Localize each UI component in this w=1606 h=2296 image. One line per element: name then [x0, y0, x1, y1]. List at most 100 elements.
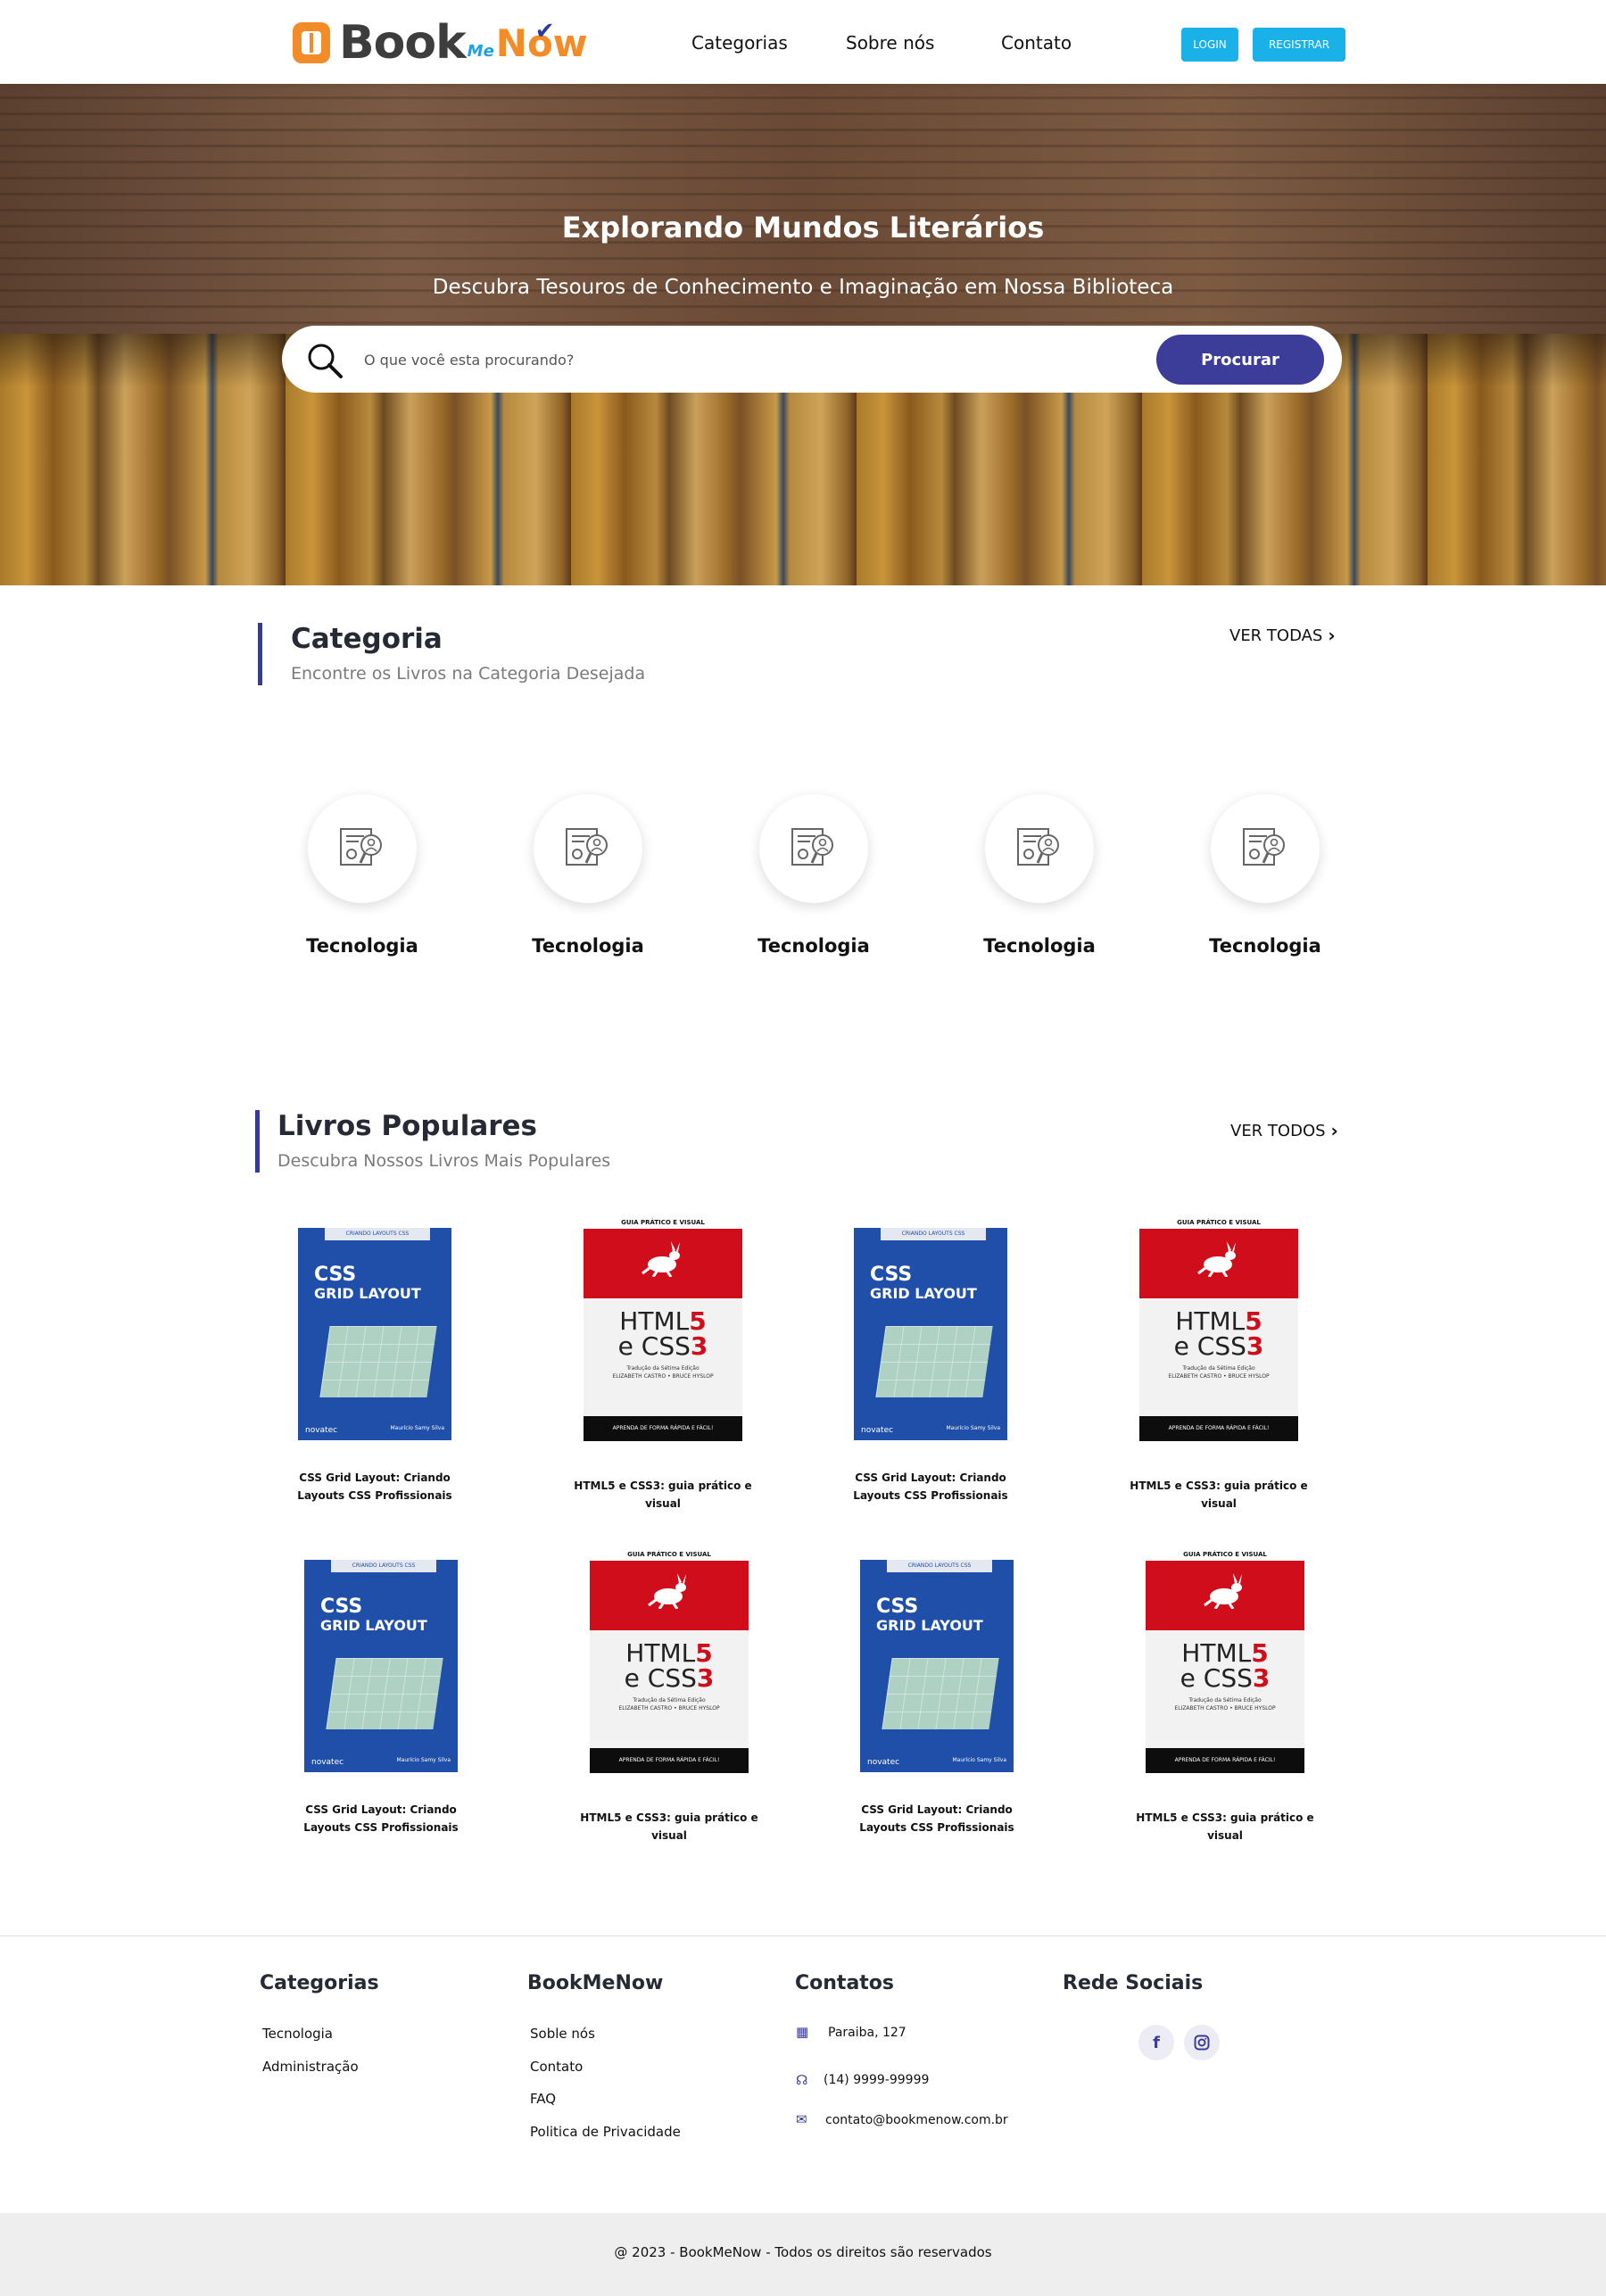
footer-link-tecnologia[interactable]: Tecnologia	[262, 2026, 333, 2042]
footer-social-title: Rede Sociais	[1063, 1972, 1204, 1994]
book-title[interactable]: HTML5 e CSS3: guia prático e visual	[553, 1809, 785, 1844]
instagram-icon[interactable]	[1184, 2025, 1220, 2060]
footer-address: Paraiba, 127	[828, 2026, 906, 2040]
cover-publisher: novatec	[305, 1426, 338, 1435]
cover-band-text: CRIANDO LAYOUTS CSS PROFISSIONAIS	[331, 1560, 436, 1581]
instagram-glyph-icon	[1194, 2035, 1210, 2051]
book-title[interactable]: CSS Grid Layout: Criando Layouts CSS Pro…	[815, 1469, 1047, 1504]
categories-title: Categoria	[291, 623, 443, 655]
book-title[interactable]: HTML5 e CSS3: guia prático e visual	[1109, 1809, 1341, 1844]
footer-link-contato[interactable]: Contato	[530, 2059, 583, 2075]
facebook-icon[interactable]: f	[1138, 2025, 1174, 2060]
category-label: Tecnologia	[983, 935, 1096, 957]
nav-contato[interactable]: Contato	[1001, 32, 1072, 54]
book-card[interactable]: GUIA PRÁTICO E VISUAL HTML5 e CSS3 Tradu…	[1109, 1548, 1341, 1844]
book-title[interactable]: HTML5 e CSS3: guia prático e visual	[1103, 1477, 1335, 1513]
cover-red-band: GUIA PRÁTICO E VISUAL	[590, 1548, 749, 1630]
cover-title-line1: HTML5	[619, 1306, 707, 1336]
book-title[interactable]: CSS Grid Layout: Criando Layouts CSS Pro…	[265, 1801, 497, 1836]
cover-title-line2: GRID LAYOUT	[314, 1285, 421, 1302]
book-card[interactable]: CRIANDO LAYOUTS CSS PROFISSIONAIS CSS GR…	[265, 1560, 497, 1836]
cover-title-line2: e CSS3	[617, 1331, 708, 1361]
footer-divider	[0, 1935, 1606, 1936]
search-input[interactable]	[364, 345, 1096, 374]
hero-title: Explorando Mundos Literários	[561, 211, 1045, 245]
headset-icon: ☊	[796, 2072, 808, 2088]
book-card[interactable]: CRIANDO LAYOUTS CSS PROFISSIONAIS CSS GR…	[821, 1560, 1053, 1836]
login-button[interactable]: LOGIN	[1181, 28, 1238, 62]
book-title[interactable]: CSS Grid Layout: Criando Layouts CSS Pro…	[259, 1469, 491, 1504]
book-cover-css-grid-layout[interactable]: CRIANDO LAYOUTS CSS PROFISSIONAIS CSS GR…	[860, 1560, 1014, 1772]
book-title[interactable]: CSS Grid Layout: Criando Layouts CSS Pro…	[821, 1801, 1053, 1836]
cover-title-line1: CSS	[870, 1264, 913, 1286]
category-label: Tecnologia	[306, 935, 418, 957]
cover-publisher: novatec	[861, 1426, 894, 1435]
category-label: Tecnologia	[757, 935, 870, 957]
hero-subtitle: Descubra Tesouros de Conhecimento e Imag…	[432, 276, 1174, 299]
envelope-icon: ✉	[796, 2111, 807, 2127]
cover-title-line1: HTML5	[1181, 1638, 1269, 1668]
category-icon-circle	[1211, 794, 1320, 903]
see-all-books-link[interactable]: VER TODOS ›	[1230, 1120, 1338, 1141]
document-search-icon	[340, 828, 382, 866]
category-item[interactable]: Tecnologia	[273, 794, 451, 957]
footer-link-sobre-nos[interactable]: Soble nós	[530, 2026, 595, 2042]
book-card[interactable]: GUIA PRÁTICO E VISUAL HTML5 e CSS3 Tradu…	[1103, 1216, 1335, 1513]
book-card[interactable]: CRIANDO LAYOUTS CSS PROFISSIONAIS CSS GR…	[815, 1228, 1047, 1504]
book-card[interactable]: GUIA PRÁTICO E VISUAL HTML5 e CSS3 Tradu…	[547, 1216, 779, 1513]
footer-link-administracao[interactable]: Administração	[262, 2059, 359, 2075]
category-icon-circle	[534, 794, 642, 903]
category-label: Tecnologia	[532, 935, 644, 957]
brand-logo[interactable]: Book Me Now ✔	[293, 16, 588, 70]
see-all-categories-label: VER TODAS	[1229, 626, 1323, 645]
cover-title-line2: e CSS3	[1173, 1331, 1264, 1361]
category-item[interactable]: Tecnologia	[1176, 794, 1354, 957]
book-cover-css-grid-layout[interactable]: CRIANDO LAYOUTS CSS PROFISSIONAIS CSS GR…	[854, 1228, 1007, 1440]
document-search-icon	[791, 828, 833, 866]
nav-sobre-nos[interactable]: Sobre nós	[846, 32, 934, 54]
see-all-books-label: VER TODOS	[1230, 1121, 1326, 1140]
book-cover-css-grid-layout[interactable]: CRIANDO LAYOUTS CSS PROFISSIONAIS CSS GR…	[304, 1560, 458, 1772]
popular-heading: Livros Populares Descubra Nossos Livros …	[255, 1110, 610, 1173]
footer-link-privacidade[interactable]: Politica de Privacidade	[530, 2124, 681, 2140]
footer-email[interactable]: contato@bookmenow.com.br	[825, 2113, 1008, 2127]
footer-contatos-title: Contatos	[795, 1972, 895, 1994]
cover-band-text: GUIA PRÁTICO E VISUAL	[1139, 1216, 1298, 1229]
cover-meta: Tradução da Sétima Edição ELIZABETH CASTR…	[618, 1697, 720, 1712]
book-cover-html5-css3[interactable]: GUIA PRÁTICO E VISUAL HTML5 e CSS3 Tradu…	[1139, 1216, 1298, 1441]
cover-title-line2: GRID LAYOUT	[320, 1617, 427, 1634]
book-cover-html5-css3[interactable]: GUIA PRÁTICO E VISUAL HTML5 e CSS3 Tradu…	[590, 1548, 749, 1773]
footer-link-faq[interactable]: FAQ	[530, 2091, 556, 2107]
logo-text-book: Book	[339, 16, 467, 70]
cover-author: Maurício Samy Silva	[390, 1425, 445, 1431]
document-search-icon	[566, 828, 608, 866]
cover-red-band: GUIA PRÁTICO E VISUAL	[1146, 1548, 1304, 1630]
book-card[interactable]: CRIANDO LAYOUTS CSS PROFISSIONAIS CSS GR…	[259, 1228, 491, 1504]
search-button[interactable]: Procurar	[1156, 335, 1324, 385]
document-search-icon	[1243, 828, 1285, 866]
chevron-right-icon: ›	[1328, 625, 1336, 646]
see-all-categories-link[interactable]: VER TODAS ›	[1229, 625, 1336, 646]
category-item[interactable]: Tecnologia	[724, 794, 903, 957]
grid-illustration	[326, 1658, 443, 1729]
cover-title-line2: GRID LAYOUT	[870, 1285, 977, 1302]
book-cover-css-grid-layout[interactable]: CRIANDO LAYOUTS CSS PROFISSIONAIS CSS GR…	[298, 1228, 451, 1440]
logo-text-me: Me	[467, 41, 494, 61]
cover-author: Maurício Samy Silva	[396, 1757, 451, 1763]
footer-categorias-title: Categorias	[260, 1972, 379, 1994]
check-icon: ✔	[534, 17, 555, 45]
category-item[interactable]: Tecnologia	[499, 794, 677, 957]
book-cover-html5-css3[interactable]: GUIA PRÁTICO E VISUAL HTML5 e CSS3 Tradu…	[1146, 1548, 1304, 1773]
book-title[interactable]: HTML5 e CSS3: guia prático e visual	[547, 1477, 779, 1513]
cover-band-text: CRIANDO LAYOUTS CSS PROFISSIONAIS	[881, 1228, 986, 1249]
cover-meta: Tradução da Sétima Edição ELIZABETH CASTR…	[612, 1365, 714, 1380]
book-cover-html5-css3[interactable]: GUIA PRÁTICO E VISUAL HTML5 e CSS3 Tradu…	[584, 1216, 742, 1441]
popular-subtitle: Descubra Nossos Livros Mais Populares	[277, 1151, 611, 1171]
cover-title-line1: CSS	[314, 1264, 357, 1286]
category-item[interactable]: Tecnologia	[950, 794, 1129, 957]
cover-meta: Tradução da Sétima Edição ELIZABETH CASTR…	[1168, 1365, 1270, 1380]
cover-author: Maurício Samy Silva	[952, 1757, 1007, 1763]
register-button[interactable]: REGISTRAR	[1253, 28, 1345, 62]
nav-categorias[interactable]: Categorias	[691, 32, 788, 54]
book-card[interactable]: GUIA PRÁTICO E VISUAL HTML5 e CSS3 Tradu…	[553, 1548, 785, 1844]
